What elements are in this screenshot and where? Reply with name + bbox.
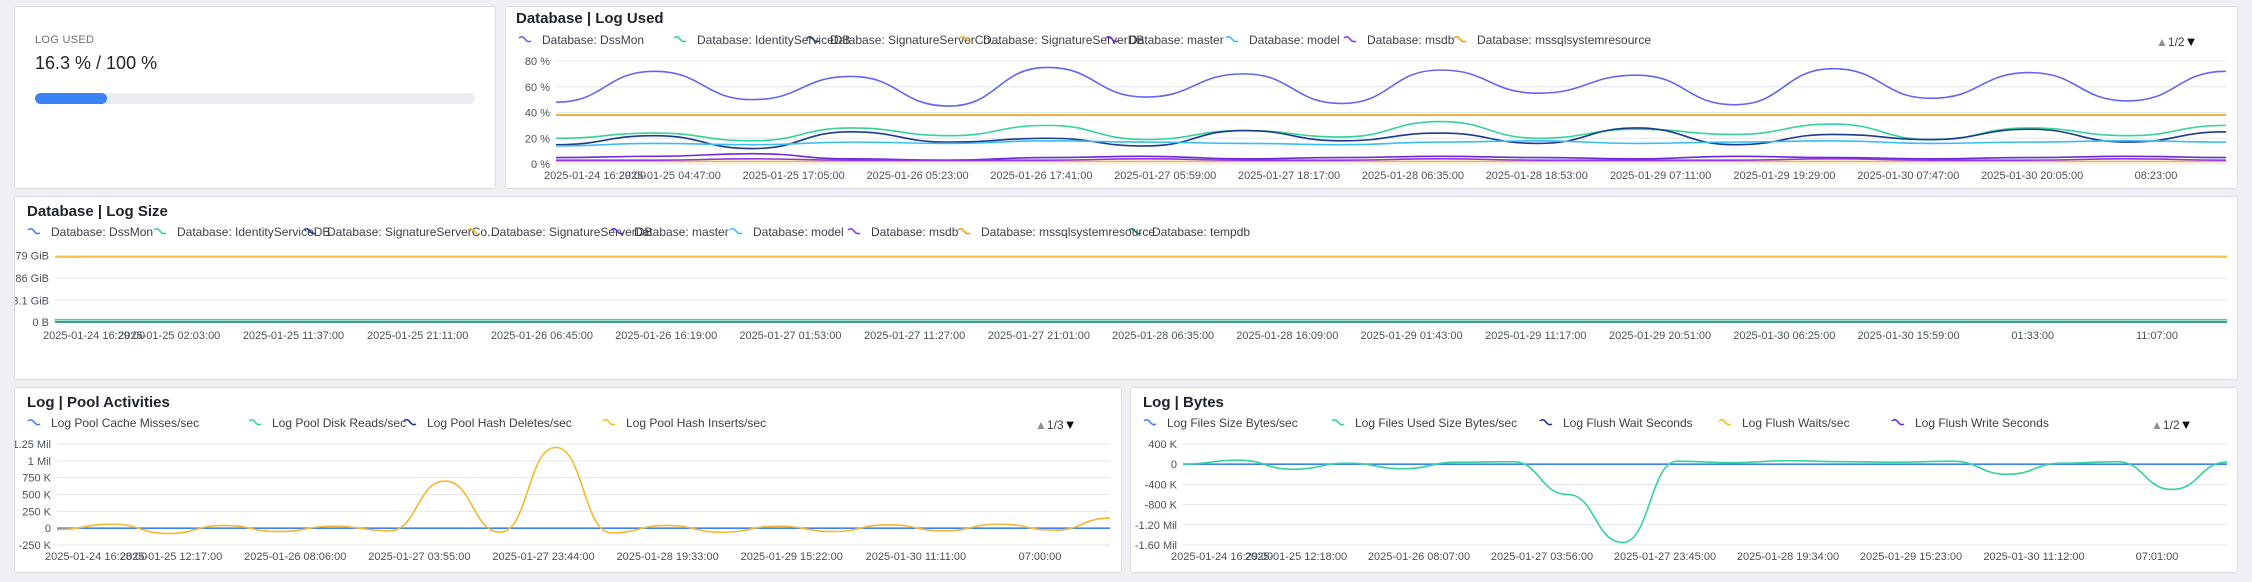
x-tick-label: 08:23:00: [2135, 170, 2178, 182]
series-line: [555, 140, 2227, 147]
x-tick-label: 2025-01-27 03:55:00: [368, 551, 470, 563]
x-tick-label: 2025-01-27 21:01:00: [988, 330, 1090, 342]
progress-bar: [35, 93, 475, 104]
y-tick-label: 400 K: [1148, 439, 1177, 451]
x-tick-label: 2025-01-30 20:05:00: [1981, 170, 2083, 182]
x-tick-label: 2025-01-30 06:25:00: [1733, 330, 1835, 342]
x-tick-label: 2025-01-25 02:03:00: [118, 330, 220, 342]
y-tick-label: 80 %: [525, 56, 550, 68]
x-tick-label: 2025-01-27 18:17:00: [1238, 170, 1340, 182]
x-tick-label: 2025-01-26 05:23:00: [866, 170, 968, 182]
x-tick-label: 2025-01-27 01:53:00: [739, 330, 841, 342]
x-tick-label: 07:01:00: [2136, 551, 2179, 563]
y-tick-label: 1.25 Mil: [15, 439, 51, 451]
x-tick-label: 2025-01-28 06:35:00: [1362, 170, 1464, 182]
x-tick-label: 2025-01-26 06:45:00: [491, 330, 593, 342]
x-tick-label: 2025-01-30 15:59:00: [1857, 330, 1959, 342]
x-tick-label: 2025-01-28 06:35:00: [1112, 330, 1214, 342]
x-tick-label: 2025-01-25 12:18:00: [1245, 551, 1347, 563]
x-tick-label: 2025-01-27 23:45:00: [1614, 551, 1716, 563]
x-tick-label: 2025-01-27 05:59:00: [1114, 170, 1216, 182]
y-tick-label: 186 GiB: [15, 273, 49, 285]
x-tick-label: 2025-01-25 12:17:00: [120, 551, 222, 563]
log-size-chart: 279 GiB186 GiB93.1 GiB0 B2025-01-24 16:2…: [15, 251, 2227, 342]
y-tick-label: 93.1 GiB: [15, 295, 49, 307]
x-tick-label: 07:00:00: [1019, 551, 1062, 563]
x-tick-label: 2025-01-30 07:47:00: [1857, 170, 1959, 182]
log-size-panel: Database | Log Size Database: DssMon Data…: [14, 196, 2238, 380]
series-line: [56, 446, 1111, 535]
x-tick-label: 2025-01-25 11:37:00: [243, 330, 344, 342]
log-used-stat-panel: LOG USED 16.3 % / 100 %: [14, 6, 496, 189]
x-tick-label: 2025-01-29 15:23:00: [1860, 551, 1962, 563]
log-bytes-chart: 400 K0-400 K-800 K-1.20 Mil-1.60 Mil2025…: [1135, 439, 2228, 563]
y-tick-label: 750 K: [22, 473, 51, 485]
y-tick-label: 0 B: [32, 317, 49, 329]
y-tick-label: -800 K: [1145, 500, 1178, 512]
y-tick-label: 250 K: [22, 506, 51, 518]
log-bytes-panel: Log | Bytes Log Files Size Bytes/sec Log …: [1130, 387, 2238, 573]
x-tick-label: 2025-01-28 19:33:00: [617, 551, 719, 563]
x-tick-label: 2025-01-27 03:56:00: [1491, 551, 1593, 563]
y-tick-label: 40 %: [525, 108, 550, 120]
series-line: [1182, 459, 2228, 544]
x-tick-label: 11:07:00: [2136, 330, 2178, 342]
x-tick-label: 2025-01-29 20:51:00: [1609, 330, 1711, 342]
y-tick-label: 279 GiB: [15, 251, 49, 263]
y-tick-label: 500 K: [22, 490, 51, 502]
x-tick-label: 01:33:00: [2011, 330, 2054, 342]
x-tick-label: 2025-01-26 08:06:00: [244, 551, 346, 563]
x-tick-label: 2025-01-27 11:27:00: [864, 330, 965, 342]
x-tick-label: 2025-01-25 04:47:00: [619, 170, 721, 182]
x-tick-label: 2025-01-25 21:11:00: [367, 330, 468, 342]
x-tick-label: 2025-01-29 19:29:00: [1733, 170, 1835, 182]
x-tick-label: 2025-01-27 23:44:00: [492, 551, 594, 563]
y-tick-label: 1 Mil: [28, 456, 51, 468]
log-used-panel: Database | Log Used Database: DssMon Data…: [505, 6, 2238, 189]
x-tick-label: 2025-01-30 11:11:00: [866, 551, 967, 563]
x-tick-label: 2025-01-26 08:07:00: [1368, 551, 1470, 563]
x-tick-label: 2025-01-25 17:05:00: [743, 170, 845, 182]
y-tick-label: -1.20 Mil: [1135, 520, 1177, 532]
log-used-chart: 80 %60 %40 %20 %0 %2025-01-24 16:29:0020…: [525, 56, 2227, 182]
y-tick-label: -400 K: [1145, 479, 1178, 491]
x-tick-label: 2025-01-30 11:12:00: [1983, 551, 2084, 563]
y-tick-label: 0: [45, 523, 51, 535]
pool-activities-chart: 1.25 Mil1 Mil750 K500 K250 K0-250 K2025-…: [15, 439, 1111, 563]
x-tick-label: 2025-01-28 18:53:00: [1486, 170, 1588, 182]
x-tick-label: 2025-01-28 19:34:00: [1737, 551, 1839, 563]
y-tick-label: 0: [1171, 459, 1177, 471]
x-tick-label: 2025-01-28 16:09:00: [1236, 330, 1338, 342]
y-tick-label: 60 %: [525, 82, 550, 94]
stat-label: LOG USED: [35, 34, 95, 46]
x-tick-label: 2025-01-26 16:19:00: [615, 330, 717, 342]
x-tick-label: 2025-01-29 15:22:00: [741, 551, 843, 563]
x-tick-label: 2025-01-29 01:43:00: [1361, 330, 1463, 342]
x-tick-label: 2025-01-26 17:41:00: [990, 170, 1092, 182]
y-tick-label: 20 %: [525, 133, 550, 145]
stat-value: 16.3 % / 100 %: [35, 53, 158, 73]
progress-fill: [35, 93, 107, 104]
x-tick-label: 2025-01-29 11:17:00: [1485, 330, 1586, 342]
x-tick-label: 2025-01-29 07:11:00: [1610, 170, 1711, 182]
pool-activities-panel: Log | Pool Activities Log Pool Cache Mis…: [14, 387, 1122, 573]
